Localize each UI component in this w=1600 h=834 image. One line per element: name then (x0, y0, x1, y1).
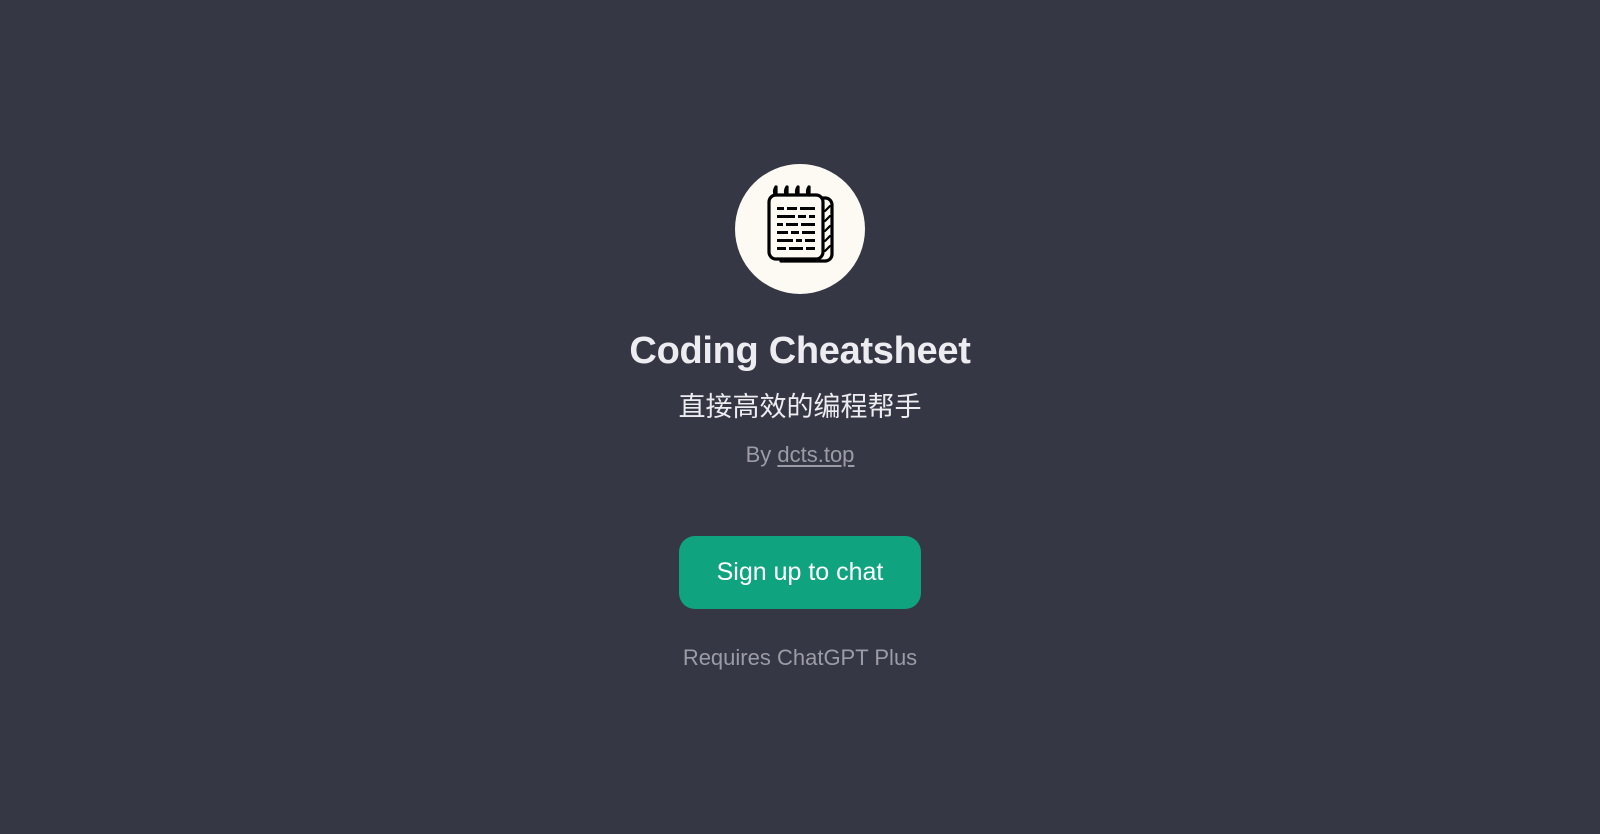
gpt-avatar (735, 164, 865, 294)
requires-plus-label: Requires ChatGPT Plus (683, 645, 917, 671)
notepad-icon (763, 185, 837, 273)
gpt-author-line: By dcts.top (746, 442, 855, 468)
signup-button[interactable]: Sign up to chat (679, 536, 922, 609)
author-prefix: By (746, 442, 778, 467)
gpt-author-link[interactable]: dcts.top (777, 442, 854, 467)
gpt-profile-card: Coding Cheatsheet 直接高效的编程帮手 By dcts.top … (629, 164, 970, 671)
gpt-subtitle: 直接高效的编程帮手 (679, 385, 922, 424)
gpt-title: Coding Cheatsheet (629, 330, 970, 373)
